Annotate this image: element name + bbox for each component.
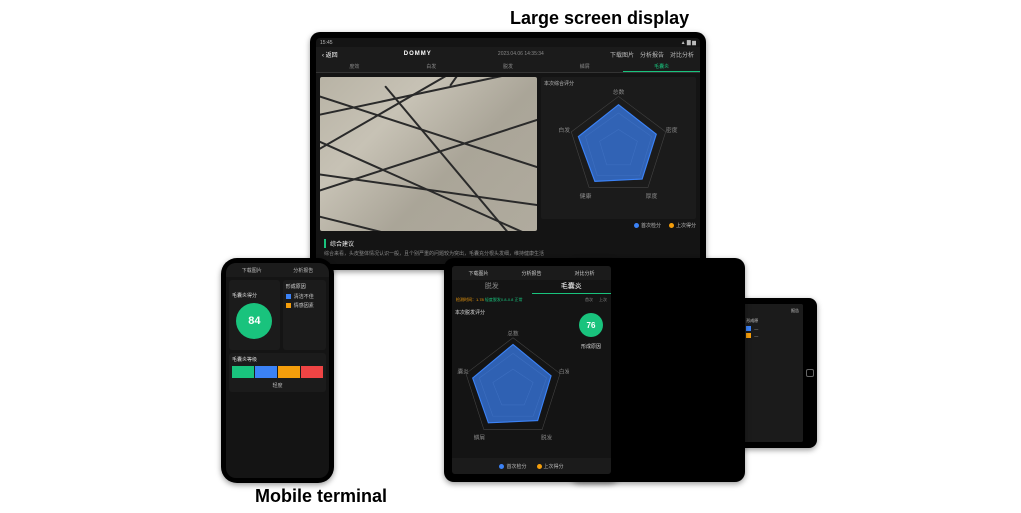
pad-meta: 检测时间：1.78 轻度脱发0.8-0.8 正常 首次上次 xyxy=(452,294,611,306)
report-button[interactable]: 分析报告 xyxy=(293,267,313,274)
dot-icon xyxy=(669,223,674,228)
mobile-header: 下载图片 分析报告 xyxy=(226,263,329,277)
report-button[interactable]: 报告 xyxy=(791,308,799,314)
pad-legend: 首次检分 上次得分 xyxy=(452,458,611,474)
tab-bar: 度效 白发 脱发 鳞屑 毛囊炎 xyxy=(316,61,700,73)
mobile-ui: 下载图片 分析报告 毛囊炎得分 84 形成原因 清洁不佳 情感因素 毛囊炎等级 … xyxy=(226,263,329,478)
cause-card: 形成原因 清洁不佳 情感因素 xyxy=(283,280,326,350)
level-card: 毛囊炎等级 轻度 xyxy=(229,353,326,392)
home-button-icon[interactable] xyxy=(806,369,814,377)
tab-item-active[interactable]: 毛囊炎 xyxy=(623,61,700,72)
tab-item[interactable]: 度效 xyxy=(316,61,393,72)
tab-item[interactable]: 脱发 xyxy=(452,280,532,294)
cause-title: 形成原因 xyxy=(286,283,323,290)
tab-item[interactable]: 脱发 xyxy=(470,61,547,72)
advice-text: 综合来看，头皮整体情况认识一般，且个别严重的问题较为突出，毛囊充分根头发细，维持… xyxy=(324,251,692,258)
score-circle: 84 xyxy=(236,303,272,339)
large-screen-device: 15:45 ▲ ▇ ▆ ‹ 返回 DOMMY 2023.04.06 14:35:… xyxy=(310,32,706,270)
status-icons: ▲ ▇ ▆ xyxy=(681,40,696,46)
advice-title: 综合建议 xyxy=(324,239,692,248)
square-icon xyxy=(746,333,751,338)
svg-text:毛囊炎: 毛囊炎 xyxy=(457,368,469,376)
tab-item[interactable]: 鳞屑 xyxy=(546,61,623,72)
compare-button[interactable]: 对比分析 xyxy=(574,270,594,277)
meta-left: 检测时间：1.78 轻度脱发0.8-0.8 正常 xyxy=(456,297,523,303)
pad-radar-card: 本次脱发评分 总数 白发 脱发 鳞屑 毛囊炎 xyxy=(455,309,571,455)
app-header: ‹ 返回 DOMMY 2023.04.06 14:35:34 下载图片 分析报告… xyxy=(316,47,700,61)
level-title: 毛囊炎等级 xyxy=(232,356,323,363)
report-button[interactable]: 分析报告 xyxy=(521,270,541,277)
score-card: 毛囊炎得分 84 xyxy=(229,280,280,350)
pad-tabs: 脱发 毛囊炎 xyxy=(452,280,611,294)
meta-last: 上次 xyxy=(599,297,607,303)
compare-button[interactable]: 对比分析 xyxy=(670,50,694,59)
radar-title: 本次综合评分 xyxy=(544,80,693,87)
legend-text: 情感因素 xyxy=(294,302,314,309)
pad-device: 下载图片 分析报告 对比分析 脱发 毛囊炎 检测时间：1.78 轻度脱发0.8-… xyxy=(444,258,619,482)
mobile-terminal-label: Mobile terminal xyxy=(255,486,387,507)
legend-text: 清洁不佳 xyxy=(294,293,314,300)
meta-first: 首次 xyxy=(585,297,593,303)
radar-chart: 总数 密度 厚度 健康 白发 xyxy=(551,87,686,205)
download-button[interactable]: 下载图片 xyxy=(468,270,488,277)
svg-text:厚度: 厚度 xyxy=(646,192,658,200)
mobile-device: 下载图片 分析报告 毛囊炎得分 84 形成原因 清洁不佳 情感因素 毛囊炎等级 … xyxy=(221,258,334,483)
dot-icon xyxy=(499,464,504,469)
dot-icon xyxy=(634,223,639,228)
svg-text:总数: 总数 xyxy=(507,329,519,337)
pad-score-card: 76 形成原因 xyxy=(574,309,608,455)
pad-radar-title: 本次脱发评分 xyxy=(455,309,571,316)
svg-text:鳞屑: 鳞屑 xyxy=(474,434,485,442)
radar-card: 本次综合评分 总数 密度 厚度 健康 白发 xyxy=(541,77,696,219)
svg-text:脱发: 脱发 xyxy=(541,434,553,442)
download-button[interactable]: 下载图片 xyxy=(242,267,262,274)
cause-title: 形成原 xyxy=(746,318,799,324)
report-button[interactable]: 分析报告 xyxy=(640,50,664,59)
radar-chart: 总数 白发 脱发 鳞屑 毛囊炎 xyxy=(457,321,569,453)
pad-ui: 下载图片 分析报告 对比分析 脱发 毛囊炎 检测时间：1.78 轻度脱发0.8-… xyxy=(452,266,611,474)
score-circle: 76 xyxy=(579,313,603,337)
pad-header: 下载图片 分析报告 对比分析 xyxy=(452,266,611,280)
large-screen-label: Large screen display xyxy=(510,8,689,29)
score-title: 毛囊炎得分 xyxy=(232,292,257,299)
svg-text:密度: 密度 xyxy=(666,126,678,134)
level-value: 轻度 xyxy=(232,382,323,389)
download-button[interactable]: 下载图片 xyxy=(610,50,634,59)
dot-icon xyxy=(537,464,542,469)
status-time: 15:45 xyxy=(320,40,333,46)
back-button[interactable]: ‹ 返回 xyxy=(322,50,338,59)
square-icon xyxy=(286,303,291,308)
timestamp: 2023.04.06 14:35:34 xyxy=(498,51,544,57)
svg-text:白发: 白发 xyxy=(559,368,569,376)
status-bar: 15:45 ▲ ▇ ▆ xyxy=(316,38,700,47)
svg-text:健康: 健康 xyxy=(580,192,592,200)
svg-text:总数: 总数 xyxy=(613,88,625,96)
tab-item-active[interactable]: 毛囊炎 xyxy=(532,280,612,294)
square-icon xyxy=(746,326,751,331)
radar-legend: 首次检分 上次得分 xyxy=(541,219,696,231)
brand-logo: DOMMY xyxy=(404,51,432,57)
square-icon xyxy=(286,294,291,299)
large-screen-ui: 15:45 ▲ ▇ ▆ ‹ 返回 DOMMY 2023.04.06 14:35:… xyxy=(316,38,700,264)
level-bars xyxy=(232,366,323,378)
scalp-image[interactable] xyxy=(320,77,537,231)
svg-text:白发: 白发 xyxy=(558,126,570,134)
tab-item[interactable]: 白发 xyxy=(393,61,470,72)
cause-title: 形成原因 xyxy=(581,343,601,350)
